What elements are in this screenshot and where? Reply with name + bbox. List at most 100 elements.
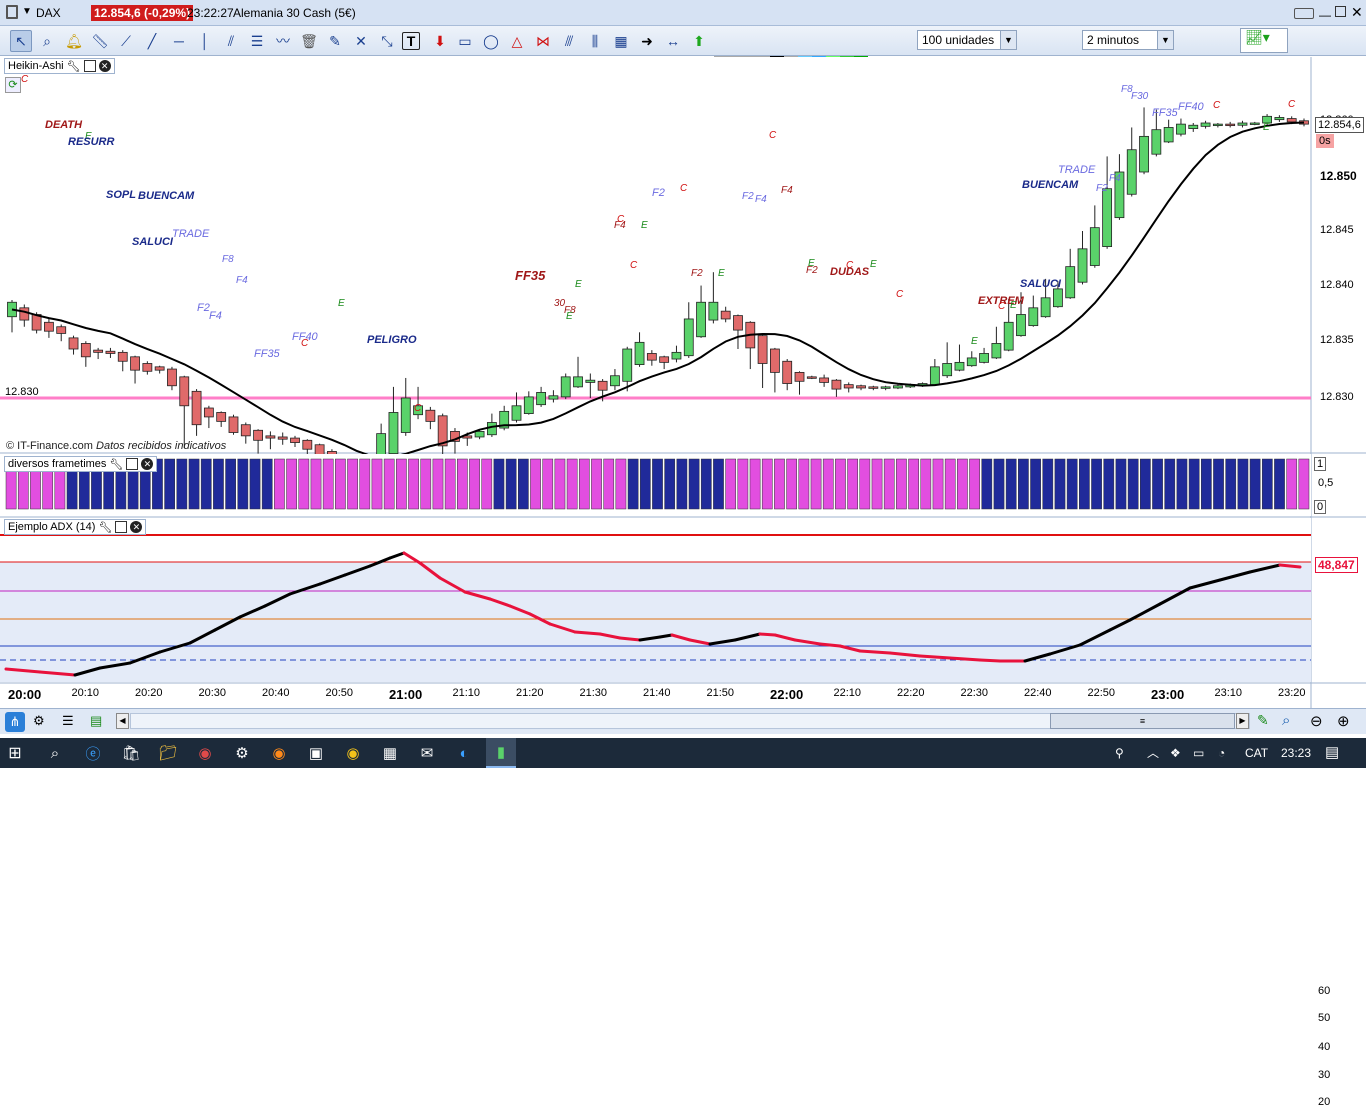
indicators-icon[interactable]: ⚙︎ (33, 713, 45, 729)
arrow-right-icon[interactable]: ➜ (636, 30, 658, 52)
pen-icon[interactable]: ✎ (1257, 712, 1269, 729)
maximize-panel-icon[interactable] (115, 521, 128, 533)
app-icon[interactable]: ◉ (194, 738, 216, 768)
candle-body (203, 407, 214, 418)
close-icon[interactable]: ✕ (1351, 4, 1363, 21)
calculator-icon[interactable]: ▦ (379, 738, 401, 768)
scroll-thumb[interactable]: ≡ (1050, 713, 1235, 729)
arrow-up-icon[interactable]: ⬆ (688, 30, 710, 52)
language-label[interactable]: CAT (1245, 738, 1268, 768)
chrome-icon[interactable]: ◉ (342, 738, 364, 768)
store-icon[interactable]: 🛍︎ (120, 738, 142, 768)
signal-label: F4 (755, 194, 767, 205)
mail-icon[interactable]: ✉︎ (416, 738, 438, 768)
wrench-icon[interactable]: 🔧︎ (109, 458, 123, 471)
trendline-icon[interactable]: ⟋ (115, 30, 137, 52)
edge-icon[interactable]: ⓔ (82, 738, 104, 768)
arrow-down-icon[interactable]: ⬇ (429, 30, 451, 52)
notifications-icon[interactable]: ▤ (1325, 738, 1339, 768)
text-icon[interactable]: T (402, 32, 420, 50)
line-icon[interactable]: ╱ (141, 30, 163, 52)
refresh-icon[interactable]: ⟳ (5, 77, 21, 93)
scroll-right-icon[interactable]: ▶ (1236, 713, 1249, 729)
cross-icon[interactable]: ✕ (350, 30, 372, 52)
list-icon[interactable]: ☰ (62, 713, 74, 729)
frametime-bar (1127, 458, 1139, 510)
channel-icon[interactable]: ⫽ (220, 30, 242, 52)
time-axis[interactable]: 20:00 20:10 20:20 20:30 20:40 20:50 21:00 21:10… (0, 684, 1311, 706)
frametime-bar (347, 458, 358, 510)
units-select[interactable]: 100 unidades ▼ (917, 30, 1017, 50)
share-icon[interactable]: ⋔ (5, 712, 25, 732)
adx-panel-header[interactable]: Ejemplo ADX (14) 🔧︎ ✕ (4, 519, 147, 535)
close-panel-icon[interactable]: ✕ (130, 521, 143, 533)
settings-icon[interactable]: ⚙︎ (231, 738, 253, 768)
interval-select[interactable]: 2 minutos ▼ (1082, 30, 1174, 50)
range-icon[interactable]: ↔ (662, 30, 684, 52)
pointer-icon[interactable]: ↖ (10, 30, 32, 52)
close-panel-icon[interactable]: ✕ (141, 458, 154, 470)
pattern-icon[interactable]: ⋈ (532, 30, 554, 52)
candle-body (277, 436, 288, 440)
brush-icon[interactable]: ✎ (324, 30, 346, 52)
maximize-panel-icon[interactable] (126, 458, 139, 470)
adx-axis[interactable]: 60 50 40 30 20 (1312, 518, 1366, 1108)
chart-type-icon[interactable]: 📈︎▾ (1240, 28, 1288, 53)
alert-bell-icon[interactable]: 🔔︎ (63, 30, 85, 52)
scroll-left-icon[interactable]: ◀ (116, 713, 129, 729)
adx-segment (658, 633, 674, 639)
trading-app-icon[interactable]: ▮ (486, 738, 516, 768)
candle-body (1028, 307, 1039, 327)
period-icon[interactable]: ⫼ (584, 30, 606, 52)
chevron-icon[interactable]: ▼ (22, 6, 32, 17)
rectangle-icon[interactable]: ▭ (454, 30, 476, 52)
candle-body (179, 376, 190, 407)
zoom-in-icon[interactable]: ⊕ (1337, 712, 1350, 730)
ruler-icon[interactable]: 📏︎ (89, 30, 111, 52)
heikin-ashi-panel-header[interactable]: Heikin-Ashi 🔧︎ ✕ (4, 58, 115, 74)
zoom-fit-icon[interactable]: ⌕ (1282, 712, 1290, 729)
resize-icon[interactable]: ⤡ (376, 30, 398, 52)
candle-body (1065, 266, 1076, 299)
minimize-icon[interactable]: — (1319, 8, 1331, 22)
andrews-icon[interactable]: 〰 (272, 30, 294, 52)
chart-canvas[interactable]: DEATHERESURRSOPL BUENCAMSALUCITRADEF8F4F2… (0, 57, 1366, 708)
triangle-icon[interactable]: △ (506, 30, 528, 52)
wrench-icon[interactable]: 🔧︎ (98, 521, 112, 534)
tv-icon[interactable]: ▣ (305, 738, 327, 768)
panel-title: Ejemplo ADX (14) (8, 521, 96, 533)
zoom-out-icon[interactable]: ⊖ (1310, 712, 1323, 730)
clock[interactable]: 23:23 (1281, 738, 1311, 768)
tray-expand-icon[interactable]: ︿ (1147, 738, 1159, 768)
start-icon[interactable]: ⊞ (4, 738, 26, 768)
close-panel-icon[interactable]: ✕ (98, 60, 111, 72)
dropbox-icon[interactable]: ❖ (1170, 738, 1181, 768)
delete-icon[interactable]: 🗑︎ (298, 30, 320, 52)
adx-tick-label: 20 (1318, 1096, 1331, 1108)
wrench-icon[interactable]: 🔧︎ (67, 60, 81, 73)
wifi-icon[interactable]: ◔ (1218, 738, 1225, 768)
frametimes-panel-header[interactable]: diversos frametimes 🔧︎ ✕ (4, 456, 158, 472)
candle-body (597, 380, 608, 391)
maximize-panel-icon[interactable] (83, 60, 96, 72)
horizontal-line-icon[interactable]: ─ (168, 30, 190, 52)
cycle-icon[interactable]: ⫻ (558, 30, 580, 52)
keyboard-icon[interactable] (1294, 8, 1314, 19)
maximize-icon[interactable] (1335, 6, 1346, 17)
layers-icon[interactable]: ▤ (90, 713, 102, 729)
ellipse-icon[interactable]: ◯ (480, 30, 502, 52)
signal-label: E (1263, 122, 1270, 133)
browser-icon[interactable]: ◐ (453, 738, 475, 768)
zoom-icon[interactable]: ⌕ (36, 30, 58, 52)
fibonacci-icon[interactable]: ☰ (246, 30, 268, 52)
grid-icon[interactable]: ▦ (610, 30, 632, 52)
frametime-bar (554, 458, 566, 510)
people-icon[interactable]: ⚲ (1115, 738, 1124, 768)
volume-icon[interactable]: ▭ (1193, 738, 1204, 768)
explorer-icon[interactable]: 📁︎ (157, 738, 179, 768)
chart-area[interactable]: DEATH E RESURR SOPL BUENCAM SALUCI TRADE F8 F4 F2… (0, 57, 1366, 1108)
vertical-line-icon[interactable]: │ (194, 30, 216, 52)
search-icon[interactable]: ⌕ (44, 738, 66, 768)
firefox-icon[interactable]: ◉ (268, 738, 290, 768)
candle-body (1053, 288, 1063, 308)
